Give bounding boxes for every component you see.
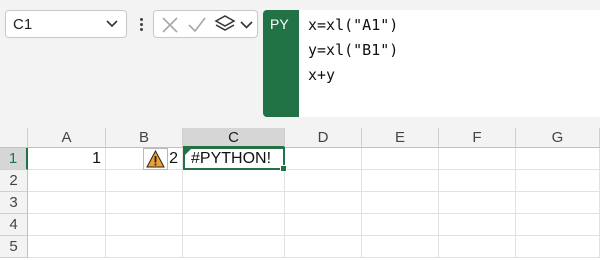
- cell[interactable]: [439, 170, 516, 192]
- cell[interactable]: [106, 192, 183, 214]
- cell[interactable]: [362, 170, 439, 192]
- python-badge-label: PY: [270, 16, 289, 32]
- cell-d1[interactable]: [285, 148, 362, 170]
- cell[interactable]: [28, 170, 106, 192]
- active-cell-c1[interactable]: #PYTHON!: [183, 147, 287, 172]
- formula-tools: [153, 10, 258, 38]
- cell[interactable]: [106, 214, 183, 236]
- row-header-4[interactable]: 4: [0, 214, 28, 236]
- cell[interactable]: [183, 236, 285, 258]
- column-header-f[interactable]: F: [439, 128, 516, 148]
- cell[interactable]: [362, 192, 439, 214]
- name-box[interactable]: C1: [5, 10, 127, 38]
- cell[interactable]: [183, 170, 285, 192]
- cell[interactable]: [106, 170, 183, 192]
- cell[interactable]: [285, 170, 362, 192]
- cell[interactable]: [439, 214, 516, 236]
- python-mode-badge[interactable]: PY: [263, 10, 299, 117]
- row-header-3[interactable]: 3: [0, 192, 28, 214]
- cell[interactable]: [106, 236, 183, 258]
- row-header-1[interactable]: 1: [0, 148, 28, 170]
- cell[interactable]: [362, 236, 439, 258]
- more-options-icon[interactable]: [139, 12, 145, 38]
- cell[interactable]: [285, 214, 362, 236]
- column-header-e[interactable]: E: [362, 128, 439, 148]
- formula-input[interactable]: x=xl("A1") y=xl("B1") x+y: [299, 10, 600, 117]
- worksheet-grid: A B C D E F G 1 2 3 4 5 1 2 #PYTHON!: [0, 128, 600, 260]
- cell[interactable]: [183, 214, 285, 236]
- chevron-down-icon[interactable]: [106, 16, 118, 37]
- formula-bar-area: C1 PY x=xl("A1") y=xl("B1") x+y: [0, 0, 600, 128]
- column-header-a[interactable]: A: [28, 128, 106, 148]
- cell[interactable]: [285, 192, 362, 214]
- cell-f1[interactable]: [439, 148, 516, 170]
- cell-c1-value: #PYTHON!: [191, 150, 272, 167]
- column-header-g[interactable]: G: [516, 128, 600, 148]
- fill-handle[interactable]: [280, 165, 287, 172]
- cell[interactable]: [183, 192, 285, 214]
- cell[interactable]: [516, 192, 600, 214]
- row-header-2[interactable]: 2: [0, 170, 28, 192]
- name-box-value: C1: [13, 16, 33, 33]
- cell[interactable]: [516, 170, 600, 192]
- cell[interactable]: [362, 214, 439, 236]
- cell[interactable]: [28, 192, 106, 214]
- cell[interactable]: [28, 236, 106, 258]
- cell[interactable]: [439, 192, 516, 214]
- cell[interactable]: [516, 214, 600, 236]
- cell[interactable]: [516, 236, 600, 258]
- warning-triangle-icon[interactable]: [143, 148, 168, 170]
- select-all-corner[interactable]: [0, 128, 28, 148]
- cell[interactable]: [439, 236, 516, 258]
- column-header-d[interactable]: D: [285, 128, 362, 148]
- row-header-5[interactable]: 5: [0, 236, 28, 258]
- cell-g1[interactable]: [516, 148, 600, 170]
- formula-line: x+y: [308, 66, 336, 84]
- cell-a1[interactable]: 1: [28, 148, 106, 170]
- column-header-b[interactable]: B: [106, 128, 183, 148]
- formula-line: x=xl("A1"): [308, 16, 399, 34]
- cell-e1[interactable]: [362, 148, 439, 170]
- cell[interactable]: [28, 214, 106, 236]
- column-header-c[interactable]: C: [183, 128, 285, 148]
- cell[interactable]: [285, 236, 362, 258]
- formula-line: y=xl("B1"): [308, 41, 399, 59]
